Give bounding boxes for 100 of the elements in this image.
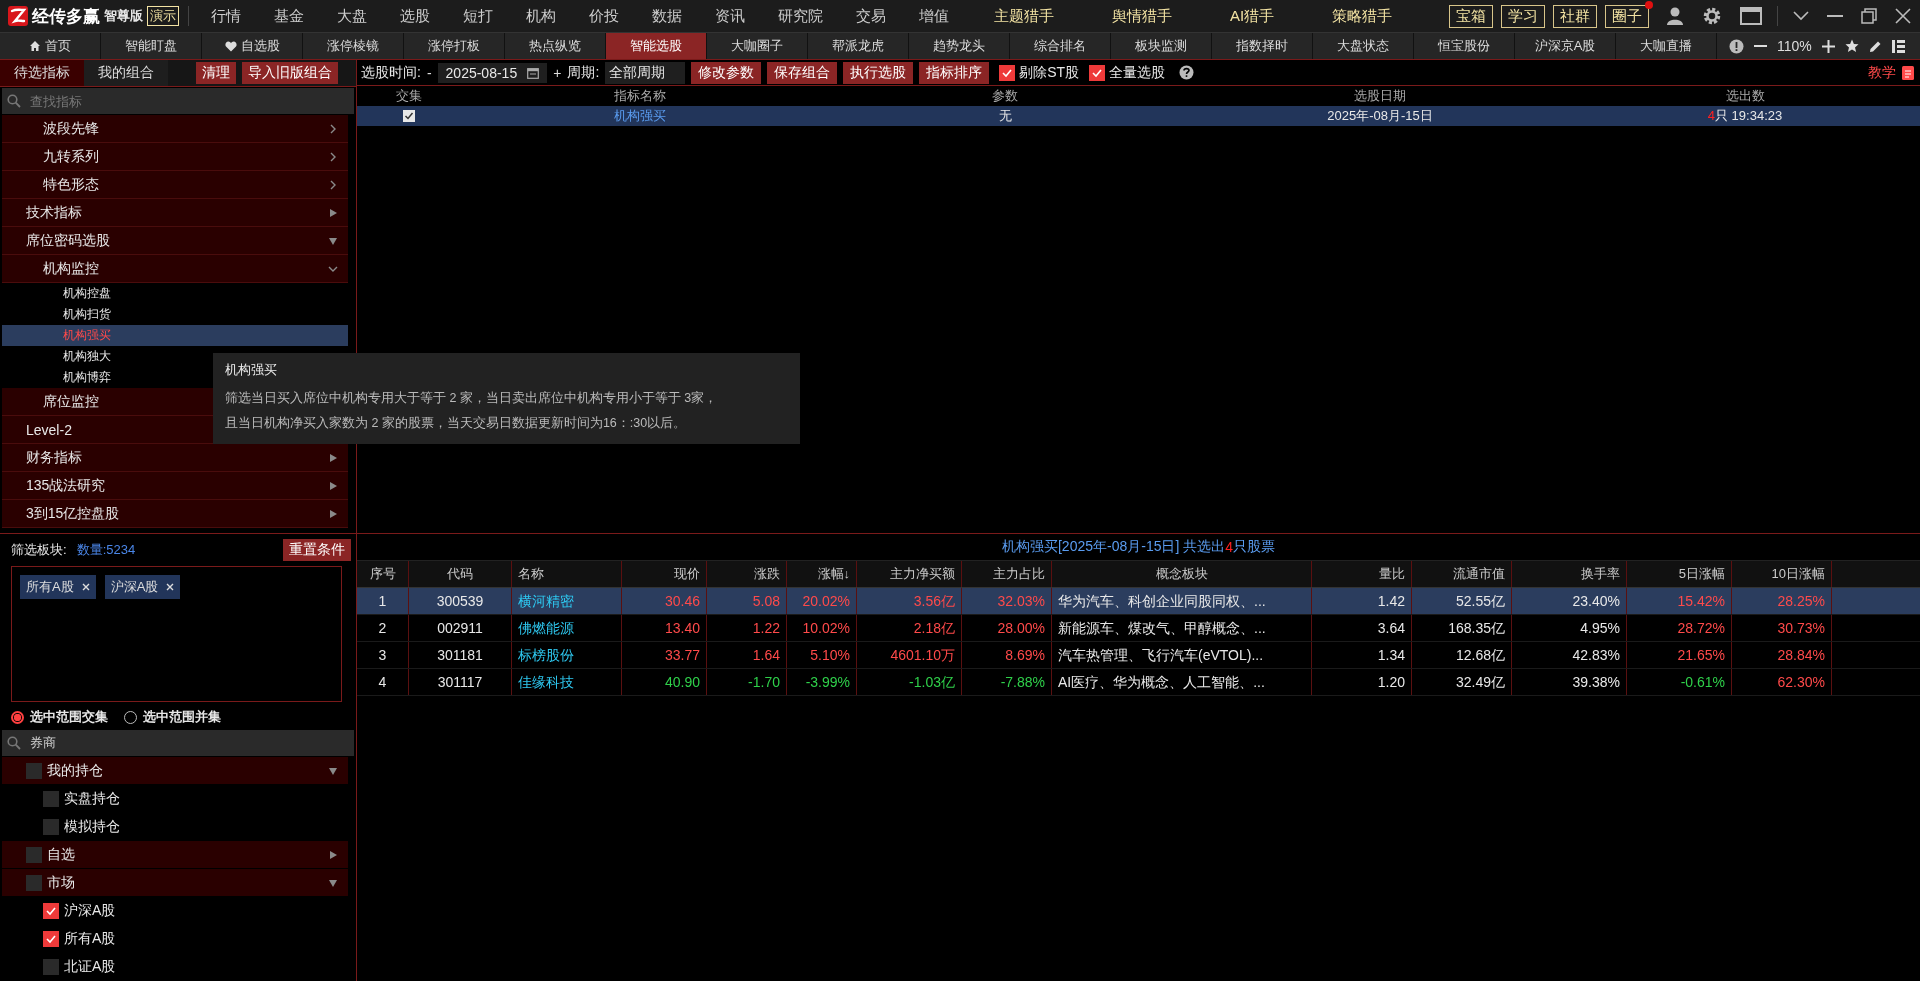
settings-icon[interactable]: [1702, 6, 1722, 26]
triangle-down-icon[interactable]: [328, 877, 338, 888]
chevron-right-icon[interactable]: [328, 179, 338, 190]
tab[interactable]: 恒宝股份: [1414, 33, 1515, 59]
tab[interactable]: 涨停打板: [404, 33, 505, 59]
close-icon[interactable]: [81, 583, 90, 591]
restore-icon[interactable]: [1861, 8, 1877, 24]
column-header[interactable]: 5日涨幅: [1627, 561, 1732, 587]
calendar-icon[interactable]: [527, 66, 540, 79]
tab[interactable]: 智能盯盘: [101, 33, 202, 59]
panel-button[interactable]: 清理: [196, 62, 236, 84]
next-day-button[interactable]: +: [553, 64, 562, 81]
column-header[interactable]: 涨跌: [707, 561, 787, 587]
info-icon[interactable]: [1729, 38, 1744, 54]
tree-group-item[interactable]: 3到15亿控盘股: [2, 500, 348, 528]
panel-tab[interactable]: 我的组合: [84, 60, 168, 86]
column-header[interactable]: 选出数: [1570, 87, 1920, 105]
tab[interactable]: 自选股: [202, 33, 303, 59]
chevron-down-icon[interactable]: [1793, 11, 1809, 21]
sector-tree-item[interactable]: 自选: [2, 841, 348, 869]
tree-group-item[interactable]: 九转系列: [2, 143, 348, 171]
column-header[interactable]: 选股日期: [1190, 87, 1570, 105]
column-header[interactable]: 换手率: [1512, 561, 1627, 587]
layout-icon[interactable]: [1891, 39, 1905, 53]
tab[interactable]: 综合排名: [1010, 33, 1111, 59]
sector-tree-item[interactable]: 我的持仓: [2, 757, 348, 785]
checkbox[interactable]: [43, 791, 59, 807]
triangle-down-icon[interactable]: [328, 765, 338, 776]
column-header[interactable]: 10日涨幅: [1732, 561, 1832, 587]
document-icon[interactable]: [1902, 65, 1914, 80]
menu-item[interactable]: 数据: [636, 6, 699, 26]
tab[interactable]: 板块监测: [1111, 33, 1212, 59]
checkbox[interactable]: [43, 931, 59, 947]
checkbox[interactable]: [43, 903, 59, 919]
toolbar-button[interactable]: 指标排序: [919, 61, 990, 84]
filter-tag[interactable]: 沪深A股: [104, 575, 181, 599]
column-header[interactable]: 名称: [512, 561, 622, 587]
radio-option[interactable]: 选中范围并集: [124, 708, 221, 726]
checkbox[interactable]: [26, 846, 42, 863]
search-field[interactable]: 券商: [2, 730, 354, 756]
tree-group-item[interactable]: 财务指标: [2, 444, 348, 472]
menu-item[interactable]: AI猎手: [1202, 6, 1305, 26]
column-header[interactable]: 序号: [357, 561, 409, 587]
column-header[interactable]: 概念板块: [1052, 561, 1312, 587]
checkbox[interactable]: [402, 110, 415, 122]
search-field[interactable]: 查找指标: [2, 88, 354, 114]
zoom-in-icon[interactable]: [1821, 39, 1835, 53]
menu-item[interactable]: 资讯: [699, 6, 762, 26]
tab[interactable]: 大咖圈子: [707, 33, 808, 59]
sector-tree-item[interactable]: 模拟持仓: [2, 813, 348, 841]
column-header[interactable]: 现价: [622, 561, 707, 587]
triangle-right-icon[interactable]: [328, 508, 338, 519]
menu-item[interactable]: 选股: [384, 6, 447, 26]
toolbar-button[interactable]: 执行选股: [843, 61, 914, 84]
menu-item[interactable]: 研究院: [762, 6, 840, 26]
checkbox[interactable]: [26, 874, 42, 891]
star-icon[interactable]: [1844, 39, 1859, 53]
menu-item[interactable]: 舆情猎手: [1084, 6, 1202, 26]
tab[interactable]: 指数择时: [1212, 33, 1313, 59]
menu-item[interactable]: 策略猎手: [1304, 6, 1423, 26]
header-button[interactable]: 社群: [1553, 4, 1597, 28]
checkbox[interactable]: [43, 819, 59, 835]
triangle-right-icon[interactable]: [328, 207, 338, 218]
checkbox[interactable]: [1089, 64, 1106, 81]
pencil-icon[interactable]: [1868, 39, 1882, 53]
menu-item[interactable]: 行情: [195, 6, 258, 26]
menu-item[interactable]: 增值: [903, 6, 966, 26]
sector-tree-item[interactable]: 沪深A股: [2, 897, 348, 925]
close-icon[interactable]: [166, 583, 175, 591]
criteria-row[interactable]: 机构强买 无 2025年-08月-15日 4只 19:34:23: [357, 106, 1920, 126]
sector-tree-item[interactable]: 所有A股: [2, 925, 348, 953]
stock-row[interactable]: 1 300539 横河精密 30.46 5.08 20.02% 3.56亿 32.03% 华为汽车、科创企业同股同权、... 1.42 52.55亿 23.40% 15.42% 28.25%: [357, 588, 1920, 615]
menu-item[interactable]: 价投: [573, 6, 636, 26]
menu-item[interactable]: 主题猎手: [966, 6, 1084, 26]
menu-item[interactable]: 交易: [840, 6, 903, 26]
menu-item[interactable]: 大盘: [321, 6, 384, 26]
stock-row[interactable]: 2 002911 佛燃能源 13.40 1.22 10.02% 2.18亿 28.00% 新能源车、煤改气、甲醇概念、... 3.64 168.35亿 4.95% 28.72% 30.73%: [357, 615, 1920, 642]
tab[interactable]: 趋势龙头: [909, 33, 1010, 59]
tutorial-link[interactable]: 教学: [1868, 63, 1896, 82]
stock-row[interactable]: 3 301181 标榜股份 33.77 1.64 5.10% 4601.10万 8.69% 汽车热管理、飞行汽车(eVTOL)... 1.34 12.68亿 42.83% 21.65% 28.84%: [357, 642, 1920, 669]
tree-group-item[interactable]: 机构监控: [2, 255, 348, 283]
menu-item[interactable]: 机构: [510, 6, 573, 26]
sector-tree-item[interactable]: 市场: [2, 869, 348, 897]
column-header[interactable]: 参数: [820, 87, 1190, 105]
checkbox[interactable]: [43, 959, 59, 975]
header-button[interactable]: 宝箱: [1449, 4, 1493, 28]
tree-group-item[interactable]: 波段先锋: [2, 115, 348, 143]
header-button[interactable]: 学习: [1501, 4, 1545, 28]
panel-button[interactable]: 导入旧版组合: [242, 62, 338, 84]
previous-day-button[interactable]: -: [426, 64, 432, 81]
reset-button[interactable]: 重置条件: [283, 539, 351, 561]
column-header[interactable]: 指标名称: [460, 87, 820, 105]
chevron-right-icon[interactable]: [328, 123, 338, 134]
help-icon[interactable]: [1179, 65, 1195, 80]
triangle-right-icon[interactable]: [328, 849, 338, 860]
column-header[interactable]: 流通市值: [1412, 561, 1512, 587]
tree-group-item[interactable]: 席位密码选股: [2, 227, 348, 255]
menu-item[interactable]: 短打: [447, 6, 510, 26]
date-field[interactable]: 2025-08-15: [437, 62, 548, 83]
tree-group-item[interactable]: 135战法研究: [2, 472, 348, 500]
